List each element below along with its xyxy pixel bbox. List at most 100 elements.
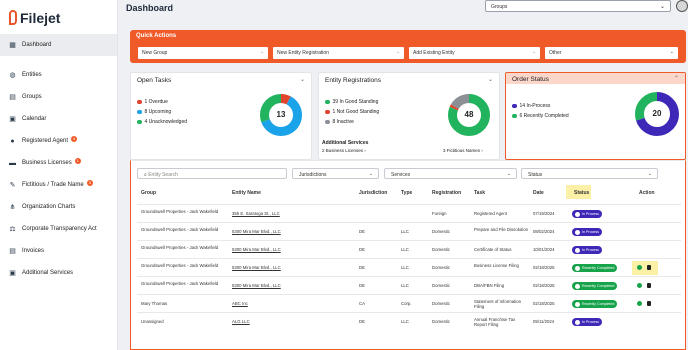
table-row[interactable]: Unassigned ALG LLC DE LLC Domestic Annual Fra… [137, 312, 681, 330]
legend-item[interactable]: 8 Inactive [325, 117, 379, 127]
status-icon [575, 301, 580, 307]
download-icon[interactable] [637, 283, 642, 288]
jurisdiction-cell: DE [359, 319, 365, 324]
table-row[interactable]: Groundswell Properties - Jack Wakefield 3… [137, 204, 681, 222]
col-task[interactable]: Task [474, 190, 485, 196]
chevron-up-icon[interactable]: ⌃ [674, 75, 679, 82]
entity-name-link[interactable]: 5300 Mira Mar Blvd., LLC [232, 247, 347, 252]
services-filter[interactable]: Services ⌄ [384, 168, 517, 179]
delete-icon[interactable] [647, 283, 651, 288]
entity-name-link[interactable]: ALG LLC [232, 319, 347, 324]
sidebar-item-organization-charts[interactable]: ⋔ Organization Charts [0, 196, 117, 218]
task-cell: Prepare and File Dissolution [474, 227, 528, 232]
sidebar-item-fictitious-trade-name[interactable]: ✎ Fictitious / Trade Name 3 [0, 174, 117, 196]
legend-item[interactable]: 4 Unacknowledged [137, 117, 187, 127]
entity-name-link[interactable]: ABC Inc [232, 301, 347, 306]
legend-item[interactable]: 39 In Good Standing [325, 97, 379, 107]
sidebar-item-entities[interactable]: ◍ Entities [0, 64, 117, 86]
sidebar-item-label: Fictitious / Trade Name [22, 182, 84, 188]
task-cell: Certificate of Status [474, 247, 512, 252]
col-registration[interactable]: Registration [432, 190, 461, 196]
sidebar-item-calendar[interactable]: ▣ Calendar [0, 108, 117, 130]
delete-icon[interactable] [647, 301, 651, 306]
jurisdiction-cell: DE [359, 283, 365, 288]
sidebar-item-label: Corporate Transparency Act [22, 226, 97, 232]
legend-label: 1 Overdue [144, 99, 168, 105]
status-badge: Recently Completed [572, 300, 618, 308]
sidebar-item-additional-services[interactable]: ▣ Additional Services [0, 262, 117, 284]
legend-dot [325, 109, 330, 115]
app-name: Filejet [20, 9, 61, 26]
entity-name-link[interactable]: 5300 Mira Mar Blvd., LLC [232, 265, 347, 270]
entity-registrations-donut: 48 [447, 93, 491, 137]
legend-dot [325, 119, 330, 125]
sidebar-item-dashboard[interactable]: ▦ Dashboard [0, 34, 117, 56]
legend-item[interactable]: 6 Recently Completed [512, 111, 569, 121]
chevron-down-icon: ⌄ [368, 171, 373, 177]
legend-item[interactable]: 8 Upcoming [137, 107, 187, 117]
sidebar-item-label: Entities [22, 72, 42, 78]
status-icon [575, 265, 580, 271]
download-icon[interactable] [637, 301, 642, 306]
status-icon [575, 211, 580, 217]
table-row[interactable]: Mary Thomas ABC Inc CA Corp. Domestic Stateme… [137, 294, 681, 312]
logo[interactable]: Filejet [0, 0, 117, 28]
legend-item[interactable]: 1 Overdue [137, 97, 187, 107]
date-cell: 09/11/2024 [533, 319, 555, 324]
table-row[interactable]: Groundswell Properties - Jack Wakefield 5… [137, 240, 681, 258]
business-licenses-link[interactable]: 2 Business Licenses › [322, 148, 366, 153]
open-tasks-title: Open Tasks [137, 77, 172, 84]
jurisdictions-filter[interactable]: Jurisdictions ⌄ [292, 168, 379, 179]
col-date[interactable]: Date [533, 190, 544, 196]
entity-search-input[interactable]: ⌕ Entity Search [137, 168, 287, 179]
sidebar-item-invoices[interactable]: ▤ Invoices [0, 240, 117, 262]
new-entity-registration-button[interactable]: New Entity Registration → [273, 47, 404, 59]
sidebar-item-business-licenses[interactable]: ▬ Business Licenses 1 [0, 152, 117, 174]
task-cell: Registered Agent [474, 211, 507, 216]
col-group[interactable]: Group [141, 190, 156, 196]
groups-select[interactable]: Groups ⌄ [485, 0, 671, 12]
delete-icon[interactable] [647, 265, 651, 270]
table-row[interactable]: Groundswell Properties - Jack Wakefield 5… [137, 222, 681, 240]
briefcase-icon: ▬ [9, 159, 16, 167]
sidebar-item-label: Dashboard [22, 42, 52, 48]
sidebar-item-label: Organization Charts [22, 204, 76, 210]
col-jurisdiction[interactable]: Jurisdiction [359, 190, 387, 196]
notification-badge: 4 [71, 135, 78, 142]
entity-name-link[interactable]: 5300 Mira Mar Blvd., LLC [232, 283, 347, 288]
fictitious-names-link[interactable]: 3 Fictitious Names › [443, 148, 483, 153]
legend-item[interactable]: 1 Not Good Standing [325, 107, 379, 117]
col-status[interactable]: Status [574, 190, 589, 196]
legend-item[interactable]: 14 In-Process [512, 101, 569, 111]
avatar[interactable] [676, 0, 688, 12]
col-entity-name[interactable]: Entity Name [232, 190, 261, 196]
sidebar-item-groups[interactable]: ▤ Groups [0, 86, 117, 108]
group-cell: Groundswell Properties - Jack Wakefield [141, 245, 219, 250]
download-icon[interactable] [637, 265, 642, 270]
registration-cell: Foreign [432, 211, 447, 216]
sidebar-item-corporate-transparency-act[interactable]: ⚖ Corporate Transparency Act [0, 218, 117, 240]
col-action[interactable]: Action [639, 190, 655, 196]
add-existing-entity-label: Add Existing Entity [413, 50, 455, 56]
col-type[interactable]: Type [401, 190, 412, 196]
group-cell: Groundswell Properties - Jack Wakefield [141, 227, 219, 232]
entity-name-link[interactable]: 5300 Mira Mar Blvd., LLC [232, 229, 347, 234]
table-row[interactable]: Groundswell Properties - Jack Wakefield 5… [137, 276, 681, 294]
org-chart-icon: ⋔ [9, 203, 16, 211]
other-select[interactable]: Other ⌄ [545, 47, 678, 59]
add-existing-entity-button[interactable]: Add Existing Entity → [409, 47, 540, 59]
entity-name-link[interactable]: 355 E. Saratoga St., LLC [232, 211, 347, 216]
status-icon [575, 229, 580, 235]
group-cell: Mary Thomas [141, 301, 168, 306]
status-label: Recently Completed [582, 284, 615, 288]
status-badge: In Process [572, 228, 602, 236]
chevron-down-icon[interactable]: ⌄ [300, 76, 305, 83]
status-filter[interactable]: Status ⌄ [521, 168, 658, 179]
new-group-button[interactable]: New Group → [138, 47, 268, 59]
table-row[interactable]: Groundswell Properties - Jack Wakefield 5… [137, 258, 681, 276]
entity-search-placeholder: Entity Search [148, 172, 178, 178]
entity-registrations-card: Entity Registrations ⌄ 39 In Good Standi… [318, 72, 500, 160]
group-cell: Groundswell Properties - Jack Wakefield [141, 209, 219, 214]
chevron-down-icon[interactable]: ⌄ [488, 76, 493, 83]
sidebar-item-registered-agent[interactable]: ● Registered Agent 4 [0, 130, 117, 152]
